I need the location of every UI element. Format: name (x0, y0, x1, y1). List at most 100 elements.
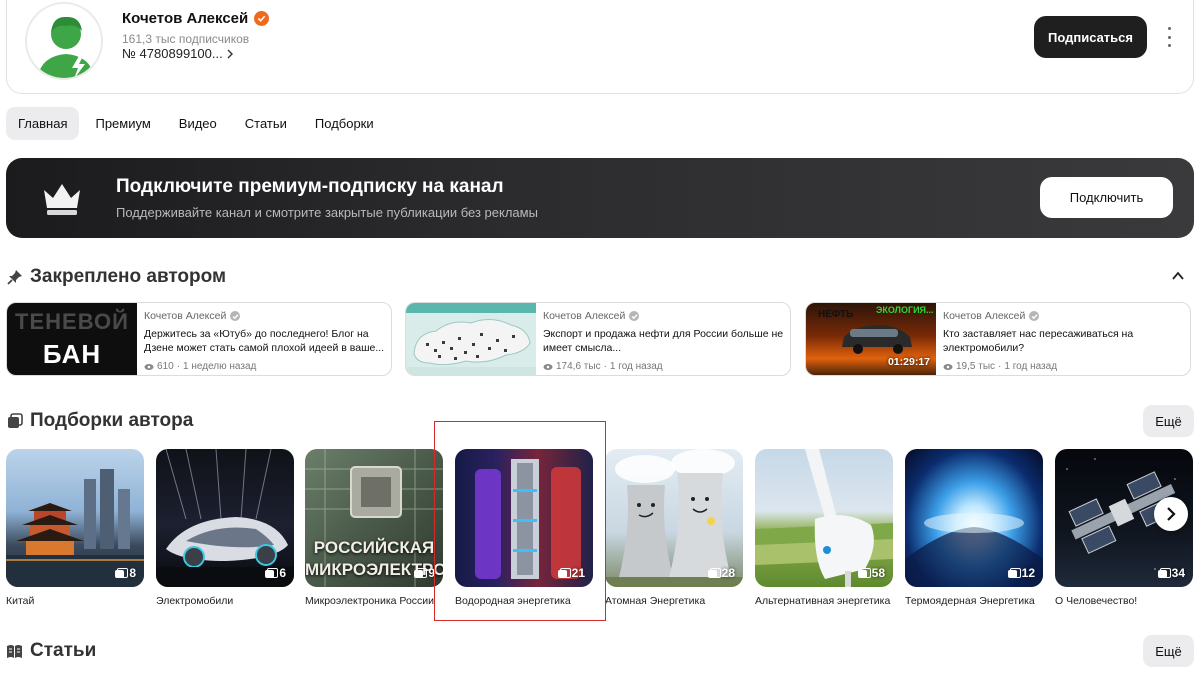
collection-thumbnail: 21 (455, 449, 593, 587)
pinned-age: 1 год назад (1004, 361, 1058, 372)
pinned-views: 610 (157, 361, 174, 372)
collection-label: Китай (6, 595, 35, 607)
collection-count: 21 (571, 566, 585, 580)
collection-thumbnail: РОССИЙСКАЯ МИКРОЭЛЕКТРОНИКА 9 (305, 449, 443, 587)
collection-label: Атомная Энергетика (605, 595, 706, 607)
collection-count: 6 (279, 566, 286, 580)
collection-card[interactable]: 8 Китай (6, 449, 144, 607)
thumb-text-line2: БАН (42, 339, 102, 369)
collection-label: Термоядерная Энергетика (905, 595, 1035, 607)
chevron-right-icon (1167, 507, 1176, 521)
pinned-item-title[interactable]: Экспорт и продажа нефти для России больш… (543, 327, 785, 355)
more-options-icon[interactable] (1164, 27, 1174, 47)
eye-icon (943, 363, 953, 370)
tab-main[interactable]: Главная (6, 107, 80, 140)
collection-count: 12 (1021, 566, 1035, 580)
collection-card[interactable]: 12 Термоядерная Энергетика (905, 449, 1043, 607)
verified-small-icon (230, 311, 241, 321)
pinned-age: 1 год назад (609, 361, 663, 372)
article-icon (6, 643, 23, 660)
collection-label: Микроэлектроника России (305, 595, 435, 607)
collection-card[interactable]: 21 Водородная энергетика (455, 449, 593, 607)
pinned-card[interactable]: ТЕНЕВОЙ БАН Кочетов Алексей Держитесь за… (6, 302, 392, 376)
channel-avatar[interactable] (25, 2, 103, 80)
collection-card[interactable]: 58 Альтернативная энергетика (755, 449, 893, 607)
pinned-item-title[interactable]: Держитесь за «Ютуб» до последнего! Блог … (144, 327, 386, 355)
collection-thumbnail: 6 (156, 449, 294, 587)
collections-icon (6, 413, 23, 430)
channel-tabs: Главная Премиум Видео Статьи Подборки (6, 107, 386, 140)
collection-label: О Человечество! (1055, 595, 1138, 607)
pin-icon (6, 269, 23, 286)
collection-count: 9 (428, 566, 435, 580)
collection-count: 34 (1171, 566, 1185, 580)
pinned-title: Закреплено автором (30, 266, 227, 287)
collection-count: 58 (871, 566, 885, 580)
channel-name[interactable]: Кочетов Алексей (122, 10, 248, 27)
premium-banner: Подключите премиум-подписку на канал Под… (6, 158, 1194, 238)
tab-collections[interactable]: Подборки (303, 107, 386, 140)
channel-header: Кочетов Алексей 161,3 тыс подписчиков № … (6, 0, 1194, 94)
subscribe-button[interactable]: Подписаться (1034, 16, 1147, 58)
tab-premium[interactable]: Премиум (83, 107, 162, 140)
collection-stack-icon (265, 568, 279, 578)
articles-section-title: Статьи (6, 640, 96, 662)
premium-title: Подключите премиум-подписку на канал (116, 176, 504, 197)
chevron-up-icon[interactable] (1170, 268, 1186, 284)
pinned-item-title[interactable]: Кто заставляет нас пересаживаться на эле… (943, 327, 1185, 355)
channel-number-link[interactable]: № 4780899100... (122, 46, 234, 61)
pinned-views: 19,5 тыс (956, 361, 996, 372)
pinned-author[interactable]: Кочетов Алексей (543, 310, 625, 322)
collection-count: 8 (129, 566, 136, 580)
tab-articles[interactable]: Статьи (233, 107, 299, 140)
connect-premium-button[interactable]: Подключить (1040, 177, 1173, 218)
collection-stack-icon (115, 568, 129, 578)
articles-more-button[interactable]: Ещё (1143, 635, 1194, 667)
collection-stack-icon (1007, 568, 1021, 578)
collection-label: Альтернативная энергетика (755, 595, 891, 607)
premium-subtitle: Поддерживайте канал и смотрите закрытые … (116, 205, 538, 220)
pinned-thumbnail: НЕФТЬ ЭКОЛОГИЯ... 01:29:17 (806, 303, 936, 375)
collection-card[interactable]: РОССИЙСКАЯ МИКРОЭЛЕКТРОНИКА 9 Микроэлект… (305, 449, 443, 607)
pinned-thumbnail (406, 303, 536, 375)
collection-label: Электромобили (156, 595, 234, 607)
collection-stack-icon (857, 568, 871, 578)
pinned-author[interactable]: Кочетов Алексей (144, 310, 226, 322)
eye-icon (144, 363, 154, 370)
collection-stack-icon (557, 568, 571, 578)
verified-small-icon (1029, 311, 1040, 321)
collection-count: 28 (721, 566, 735, 580)
collection-thumbnail: 58 (755, 449, 893, 587)
pinned-age: 1 неделю назад (183, 361, 257, 372)
subscriber-count: 161,3 тыс подписчиков (122, 32, 250, 46)
tab-video[interactable]: Видео (167, 107, 229, 140)
collection-thumbnail: 12 (905, 449, 1043, 587)
collections-more-button[interactable]: Ещё (1143, 405, 1194, 437)
verified-icon (254, 11, 270, 26)
pinned-card[interactable]: Кочетов Алексей Экспорт и продажа нефти … (405, 302, 791, 376)
pinned-views: 174,6 тыс (556, 361, 601, 372)
collections-title: Подборки автора (30, 410, 194, 431)
channel-number: № 4780899100... (122, 46, 223, 61)
carousel-next-button[interactable] (1154, 497, 1188, 531)
eye-icon (543, 363, 553, 370)
avatar-person-icon (37, 16, 95, 78)
video-duration: 01:29:17 (887, 356, 930, 368)
collection-thumbnail: 8 (6, 449, 144, 587)
collection-card[interactable]: 28 Атомная Энергетика (605, 449, 743, 607)
collection-stack-icon (1157, 568, 1171, 578)
collections-section-title: Подборки автора (6, 410, 193, 432)
collection-stack-icon (414, 568, 428, 578)
articles-title: Статьи (30, 640, 97, 661)
pinned-thumbnail: ТЕНЕВОЙ БАН (7, 303, 137, 375)
thumb-text-line1: ТЕНЕВОЙ (15, 309, 129, 334)
pinned-author[interactable]: Кочетов Алексей (943, 310, 1025, 322)
collection-stack-icon (707, 568, 721, 578)
collection-card[interactable]: 6 Электромобили (156, 449, 294, 607)
pinned-card[interactable]: НЕФТЬ ЭКОЛОГИЯ... 01:29:17 Кочетов Алекс… (805, 302, 1191, 376)
verified-small-icon (629, 311, 640, 321)
crown-icon (44, 184, 80, 215)
collection-thumbnail: 28 (605, 449, 743, 587)
russia-map-image (406, 303, 536, 375)
collection-label: Водородная энергетика (455, 595, 571, 607)
